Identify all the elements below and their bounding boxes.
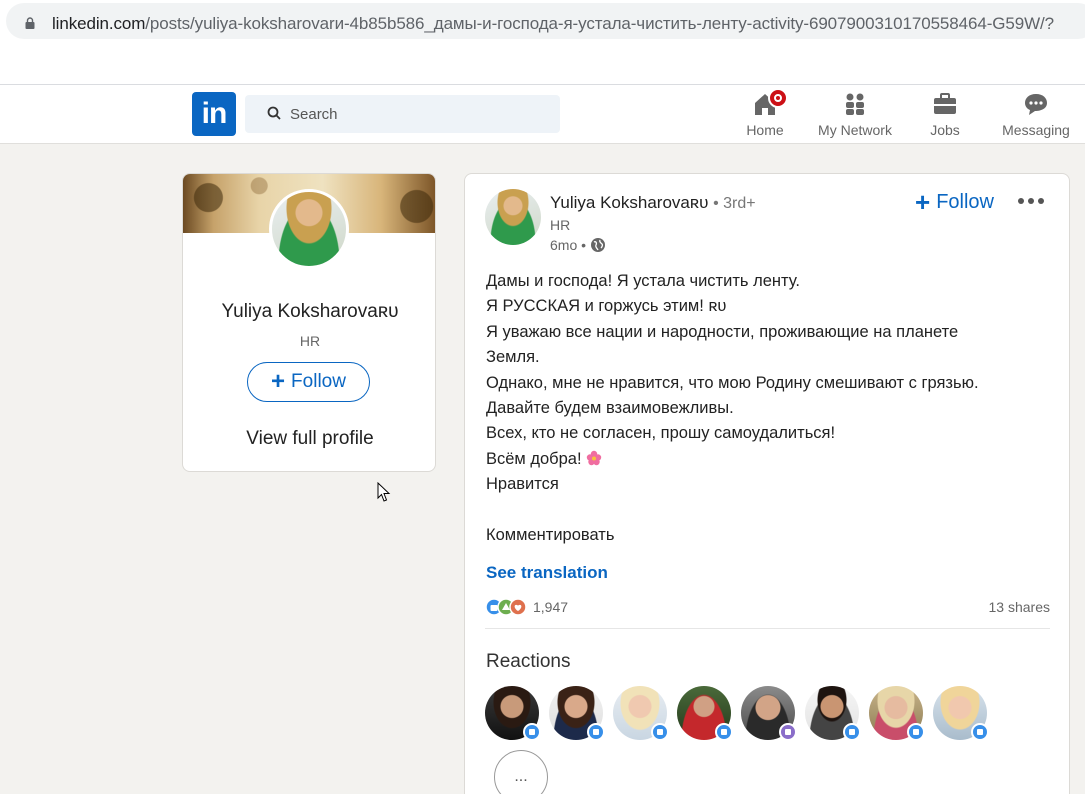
reactor-avatar[interactable] <box>933 686 989 741</box>
profile-follow-label: Follow <box>291 371 346 392</box>
reactor-avatar[interactable] <box>805 686 861 741</box>
post-line: Я РУССКАЯ и горжусь этим! ʀᴜ <box>486 297 727 316</box>
nav-messaging[interactable]: Messaging <box>998 91 1074 141</box>
like-badge-icon <box>587 723 605 741</box>
reactor-avatar[interactable] <box>869 686 925 741</box>
browser-address-bar[interactable]: linkedin.com/posts/yuliya-koksharovarи-4… <box>0 0 1085 44</box>
post-card: Yuliya Koksharovaʀᴜ • 3rd+ HR 6mo • + Fo… <box>464 173 1070 794</box>
plus-icon: + <box>915 187 931 217</box>
post-line: Давайте будем взаимовежливы. <box>486 399 734 418</box>
connection-degree: • 3rd+ <box>713 195 756 212</box>
network-icon <box>842 91 868 117</box>
like-badge-icon <box>843 723 861 741</box>
like-badge-icon <box>971 723 989 741</box>
profile-headline: HR <box>299 333 321 349</box>
url-pill[interactable]: linkedin.com/posts/yuliya-koksharovarи-4… <box>6 3 1085 39</box>
mouse-cursor-icon <box>377 482 391 502</box>
reactor-avatar[interactable] <box>741 686 797 741</box>
author-headline: HR <box>550 217 571 233</box>
post-line: Нравится <box>486 475 559 494</box>
reactor-avatar[interactable] <box>613 686 669 741</box>
plus-icon: + <box>271 368 286 395</box>
post-time: 6mo • <box>550 237 587 253</box>
post-line-with-emoji: Всём добра! <box>486 447 1046 472</box>
profile-avatar[interactable] <box>269 189 349 269</box>
social-counts: 1,947 13 shares <box>485 596 1050 618</box>
nav-jobs[interactable]: Jobs <box>927 91 963 141</box>
profile-name[interactable]: Yuliya Koksharovaʀᴜ <box>183 301 435 323</box>
post-line: Дамы и господа! Я устала чистить ленту. <box>486 272 800 290</box>
reactor-avatar[interactable] <box>549 686 605 741</box>
briefcase-icon <box>932 91 958 117</box>
post-line <box>486 498 1046 523</box>
linkedin-logo[interactable]: in <box>192 92 236 136</box>
author-avatar[interactable] <box>485 189 541 245</box>
lock-icon <box>25 17 35 29</box>
more-options-icon[interactable] <box>1018 194 1048 208</box>
post-line: Комментировать <box>486 526 615 545</box>
reaction-count[interactable]: 1,947 <box>533 599 568 615</box>
shares-count[interactable]: 13 shares <box>989 599 1050 615</box>
more-reactors-button[interactable]: ... <box>494 750 548 794</box>
view-full-profile-link[interactable]: View full profile <box>183 428 435 450</box>
search-box[interactable] <box>245 95 560 133</box>
url-text[interactable]: linkedin.com/posts/yuliya-koksharovarи-4… <box>52 14 1054 34</box>
reaction-badge-icon <box>779 723 797 741</box>
post-line: Всех, кто не согласен, прошу самоудалить… <box>486 424 836 443</box>
post-timestamp: 6mo • <box>550 237 606 253</box>
bookmarks-bar <box>0 44 1085 85</box>
post-follow-label: Follow <box>936 190 994 213</box>
search-input[interactable] <box>290 95 550 133</box>
nav-home[interactable]: Home <box>743 88 788 141</box>
home-icon <box>752 88 788 117</box>
reactor-avatar[interactable] <box>677 686 733 741</box>
reactors-list <box>485 686 1005 742</box>
reactions-heading: Reactions <box>486 651 571 672</box>
like-badge-icon <box>715 723 733 741</box>
search-icon <box>267 106 281 120</box>
post-line: Земля. <box>486 348 540 367</box>
profile-follow-button[interactable]: + Follow <box>247 362 370 402</box>
nav-home-label: Home <box>746 122 784 138</box>
author-name[interactable]: Yuliya Koksharovaʀᴜ <box>550 193 708 212</box>
flower-emoji-icon <box>586 450 601 466</box>
post-follow-button[interactable]: + Follow <box>915 188 994 216</box>
post-line: Однако, мне не нравится, что мою Родину … <box>486 373 979 392</box>
nav-my-network[interactable]: My Network <box>813 91 897 141</box>
reactor-avatar[interactable] <box>485 686 541 741</box>
profile-card: Yuliya Koksharovaʀᴜ HR + Follow View ful… <box>182 173 436 472</box>
like-badge-icon <box>907 723 925 741</box>
like-badge-icon <box>651 723 669 741</box>
like-badge-icon <box>523 723 541 741</box>
nav-jobs-label: Jobs <box>930 122 960 138</box>
globe-icon <box>591 238 606 252</box>
divider <box>485 628 1050 629</box>
notification-badge <box>768 88 788 108</box>
author-name-line[interactable]: Yuliya Koksharovaʀᴜ • 3rd+ <box>550 193 756 213</box>
post-line: Я уважаю все нации и народности, прожива… <box>486 322 959 341</box>
post-line: Всём добра! <box>486 449 582 468</box>
see-translation-link[interactable]: See translation <box>486 563 608 583</box>
messaging-icon <box>1023 91 1049 117</box>
nav-messaging-label: Messaging <box>1002 122 1070 138</box>
reaction-icons[interactable] <box>485 598 531 616</box>
nav-my-network-label: My Network <box>818 122 892 138</box>
global-nav: in Home My Network <box>0 85 1085 144</box>
post-body: Дамы и господа! Я устала чистить ленту. … <box>486 269 1046 548</box>
